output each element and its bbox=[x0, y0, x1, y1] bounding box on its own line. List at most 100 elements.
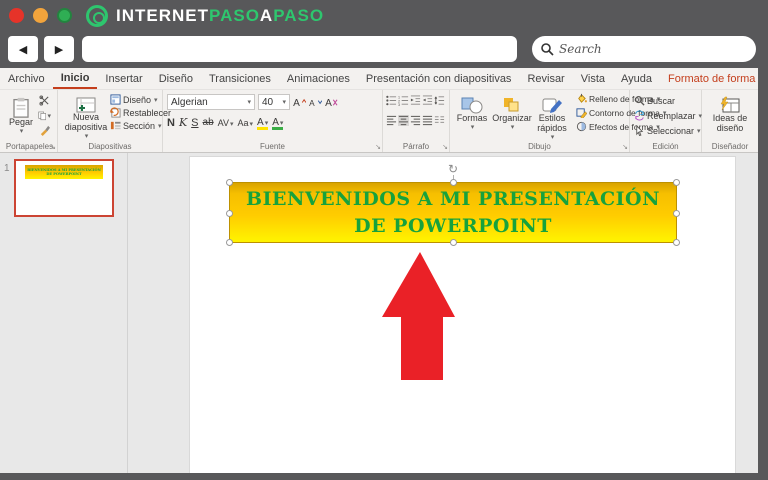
slide-canvas[interactable]: BIENVENIDOS A MI PRESENTACIÓN DE POWERPO… bbox=[190, 157, 735, 474]
tab-vista[interactable]: Vista bbox=[573, 70, 613, 88]
resize-handle-bottom-right[interactable] bbox=[673, 239, 680, 246]
bullets-button[interactable] bbox=[386, 95, 397, 106]
strikethrough-button[interactable]: ab bbox=[203, 117, 214, 128]
slide-thumbnail[interactable]: BIENVENIDOS A MI PRESENTACIÓN DE POWERPO… bbox=[14, 159, 114, 217]
tab-insertar[interactable]: Insertar bbox=[97, 70, 150, 88]
window-maximize-icon[interactable] bbox=[57, 8, 72, 23]
group-label-fuente: Fuente bbox=[163, 142, 382, 151]
tab-revisar[interactable]: Revisar bbox=[519, 70, 572, 88]
decrease-font-icon bbox=[309, 97, 322, 108]
address-bar[interactable] bbox=[82, 36, 517, 62]
underline-button[interactable]: S bbox=[191, 117, 198, 129]
bold-button[interactable]: N bbox=[167, 117, 175, 129]
resize-handle-mid-left[interactable] bbox=[226, 210, 233, 217]
red-up-arrow-annotation bbox=[382, 252, 455, 380]
group-diapositivas: Nueva diapositiva Diseño Restablecer Sec… bbox=[58, 90, 163, 152]
paragraph-dialog-launcher[interactable] bbox=[442, 143, 448, 151]
increase-font-button[interactable] bbox=[293, 96, 306, 109]
line-spacing-button[interactable] bbox=[434, 95, 445, 106]
tab-ayuda[interactable]: Ayuda bbox=[613, 70, 660, 88]
font-size-combo[interactable]: 40 bbox=[258, 94, 290, 110]
resize-handle-top-right[interactable] bbox=[673, 179, 680, 186]
tab-inicio[interactable]: Inicio bbox=[53, 69, 98, 89]
increase-indent-button[interactable] bbox=[422, 95, 433, 106]
arrange-button[interactable]: Organizar bbox=[492, 92, 532, 141]
window-minimize-icon[interactable] bbox=[33, 8, 48, 23]
resize-handle-top-center[interactable] bbox=[450, 179, 457, 186]
change-case-button[interactable]: Aa bbox=[238, 118, 254, 128]
rotate-handle-icon[interactable]: ↻ bbox=[446, 162, 460, 176]
brand-bar: INTERNETPASOAPASO bbox=[0, 0, 768, 31]
columns-button[interactable] bbox=[434, 115, 445, 126]
character-spacing-button[interactable]: AV bbox=[218, 118, 234, 128]
drawing-dialog-launcher[interactable] bbox=[622, 143, 628, 151]
search-box[interactable] bbox=[532, 36, 756, 62]
arrange-icon bbox=[501, 96, 523, 114]
back-button[interactable] bbox=[8, 36, 38, 62]
resize-handle-bottom-center[interactable] bbox=[450, 239, 457, 246]
browser-navbar bbox=[0, 31, 768, 68]
increase-font-icon bbox=[293, 97, 306, 108]
tab-diseno[interactable]: Diseño bbox=[151, 70, 201, 88]
new-slide-button[interactable]: Nueva diapositiva bbox=[62, 93, 110, 140]
title-banner-text[interactable]: BIENVENIDOS A MI PRESENTACIÓN DE POWERPO… bbox=[230, 186, 676, 240]
layout-button[interactable]: Diseño bbox=[110, 94, 171, 105]
align-right-button[interactable] bbox=[410, 115, 421, 126]
thumbnail-title-banner: BIENVENIDOS A MI PRESENTACIÓN DE POWERPO… bbox=[25, 165, 103, 179]
copy-button[interactable] bbox=[38, 109, 51, 122]
find-button[interactable]: Buscar bbox=[634, 95, 702, 106]
window-right-border bbox=[758, 68, 768, 480]
align-left-button[interactable] bbox=[386, 115, 397, 126]
reset-button[interactable]: Restablecer bbox=[110, 107, 171, 118]
select-button[interactable]: Seleccionar bbox=[634, 125, 702, 136]
design-ideas-icon bbox=[719, 96, 741, 114]
font-dialog-launcher[interactable] bbox=[375, 143, 381, 151]
forward-button[interactable] bbox=[44, 36, 74, 62]
section-button[interactable]: Sección bbox=[110, 120, 171, 131]
group-label-parrafo: Párrafo bbox=[383, 142, 449, 151]
quick-styles-button[interactable]: Estilos rápidos bbox=[532, 92, 572, 141]
tab-animaciones[interactable]: Animaciones bbox=[279, 70, 358, 88]
layout-label: Diseño bbox=[123, 95, 151, 105]
workspace: 1 BIENVENIDOS A MI PRESENTACIÓN DE POWER… bbox=[0, 153, 768, 474]
format-painter-icon bbox=[39, 125, 50, 136]
group-disenador: Ideas de diseño Diseñador bbox=[702, 90, 758, 152]
font-size-value: 40 bbox=[262, 97, 273, 108]
shapes-button[interactable]: Formas bbox=[452, 92, 492, 141]
resize-handle-mid-right[interactable] bbox=[673, 210, 680, 217]
align-center-button[interactable] bbox=[398, 115, 409, 126]
tab-archivo[interactable]: Archivo bbox=[0, 70, 53, 88]
search-input[interactable] bbox=[559, 42, 748, 56]
paste-button[interactable]: Pegar bbox=[7, 93, 35, 136]
font-name-combo[interactable]: Algerian bbox=[167, 94, 255, 110]
paragraph-row-1 bbox=[386, 95, 445, 106]
slide-number: 1 bbox=[4, 163, 10, 174]
font-name-value: Algerian bbox=[171, 97, 208, 108]
numbering-button[interactable] bbox=[398, 95, 409, 106]
decrease-indent-button[interactable] bbox=[410, 95, 421, 106]
select-label: Seleccionar bbox=[647, 126, 694, 136]
italic-button[interactable]: K bbox=[179, 116, 187, 129]
resize-handle-top-left[interactable] bbox=[226, 179, 233, 186]
scissors-icon bbox=[39, 95, 50, 106]
group-label-dibujo: Dibujo bbox=[450, 142, 629, 151]
font-color-button[interactable]: A bbox=[272, 117, 283, 128]
highlight-color-swatch bbox=[257, 127, 268, 130]
clipboard-icon bbox=[12, 97, 30, 118]
clear-formatting-button[interactable] bbox=[325, 96, 338, 109]
tab-presentacion[interactable]: Presentación con diapositivas bbox=[358, 70, 520, 88]
tab-formato-de-forma[interactable]: Formato de forma bbox=[660, 70, 763, 88]
highlight-color-button[interactable]: A bbox=[257, 117, 268, 128]
decrease-font-button[interactable] bbox=[309, 96, 322, 109]
replace-button[interactable]: Reemplazar bbox=[634, 110, 702, 121]
justify-button[interactable] bbox=[422, 115, 433, 126]
design-ideas-button[interactable]: Ideas de diseño bbox=[708, 92, 752, 134]
clipboard-dialog-launcher[interactable] bbox=[50, 143, 56, 151]
tab-transiciones[interactable]: Transiciones bbox=[201, 70, 279, 88]
format-painter-button[interactable] bbox=[38, 124, 51, 137]
resize-handle-bottom-left[interactable] bbox=[226, 239, 233, 246]
cut-button[interactable] bbox=[38, 94, 51, 107]
group-label-diapositivas: Diapositivas bbox=[58, 142, 162, 151]
title-banner-shape[interactable]: BIENVENIDOS A MI PRESENTACIÓN DE POWERPO… bbox=[229, 182, 677, 243]
window-close-icon[interactable] bbox=[9, 8, 24, 23]
